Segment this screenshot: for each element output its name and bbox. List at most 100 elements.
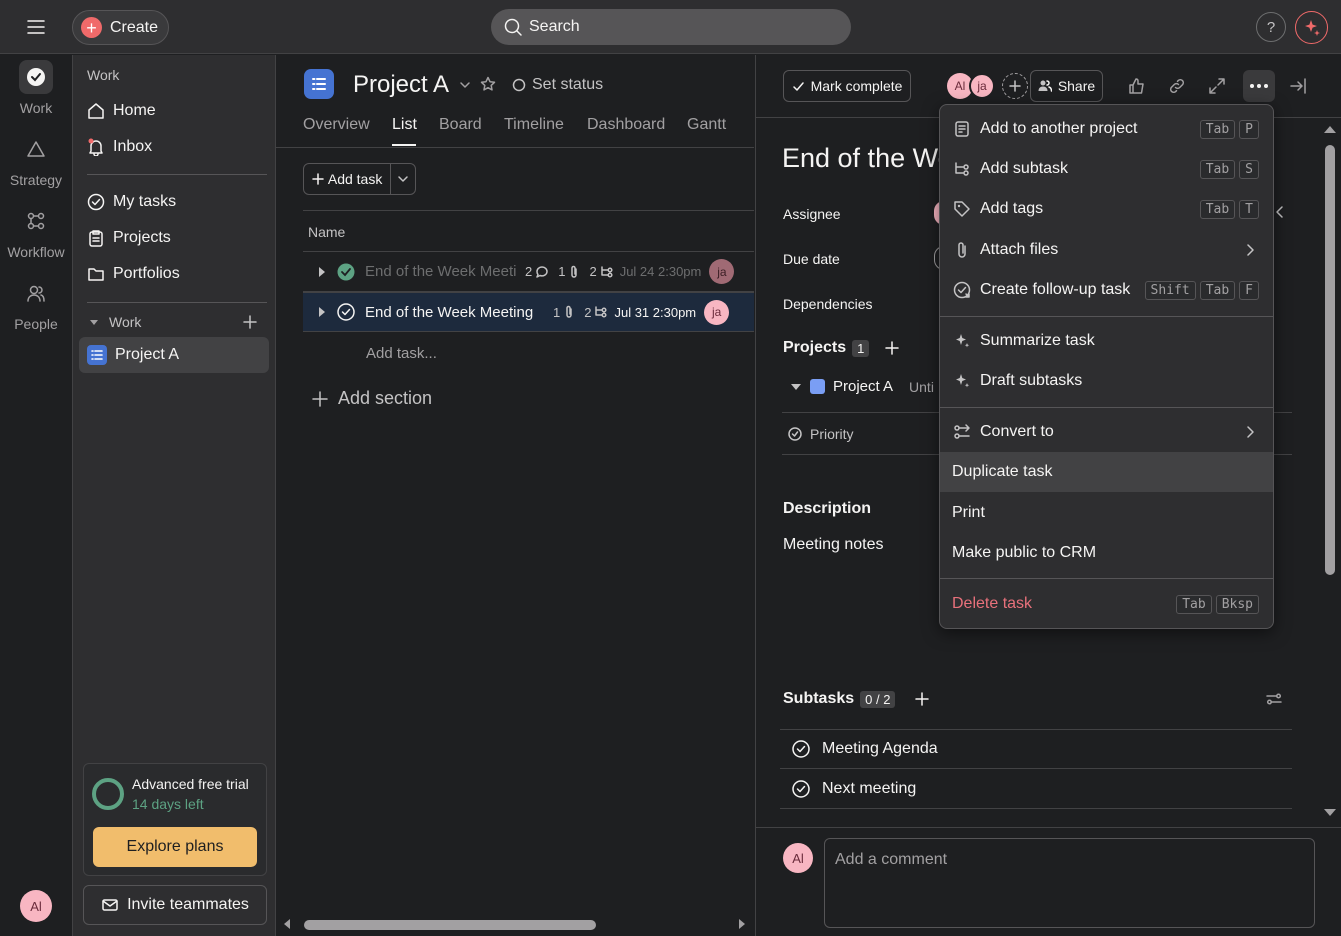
sort-filter-icon[interactable] [1266, 692, 1282, 706]
chevron-down-icon[interactable] [458, 78, 472, 92]
rail-item-work[interactable]: Work [0, 60, 72, 116]
sidebar-item-projects[interactable]: Projects [79, 220, 269, 256]
more-actions-button[interactable] [1243, 70, 1275, 102]
menu-item-add-to-project[interactable]: Add to another project Tab P [940, 109, 1273, 149]
sidebar-item-project-a[interactable]: Project A [79, 337, 269, 373]
scrollbar-thumb[interactable] [1325, 145, 1335, 575]
subtask-name[interactable]: Next meeting [822, 780, 916, 798]
add-project-plus-icon[interactable] [242, 314, 258, 330]
menu-item-add-subtask[interactable]: Add subtask Tab S [940, 149, 1273, 189]
comment-avatar: Al [783, 843, 813, 873]
column-header-name[interactable]: Name [308, 224, 345, 240]
hamburger-menu-icon[interactable] [26, 17, 46, 37]
add-collaborator-icon[interactable] [1002, 73, 1028, 99]
sidebar-item-portfolios[interactable]: Portfolios [79, 256, 269, 292]
invite-teammates-button[interactable]: Invite teammates [83, 885, 267, 925]
task-name[interactable]: End of the Week Meeting [365, 304, 545, 321]
scrollbar-thumb[interactable] [304, 920, 596, 930]
menu-item-draft-subtasks[interactable]: Draft subtasks [940, 361, 1273, 401]
sidebar-item-my-tasks[interactable]: My tasks [79, 184, 269, 220]
menu-item-create-follow-up[interactable]: Create follow-up task Shift Tab F [940, 270, 1273, 310]
collaborator-avatar[interactable]: ja [969, 73, 995, 99]
tab-gantt[interactable]: Gantt [687, 116, 726, 134]
thumbs-up-icon[interactable] [1128, 77, 1146, 95]
tab-board[interactable]: Board [439, 116, 482, 134]
tab-dashboard[interactable]: Dashboard [587, 116, 665, 134]
task-row-selected[interactable]: End of the Week Meeting 1 2 Jul 31 2:30p… [303, 292, 754, 332]
plus-icon[interactable] [915, 692, 930, 706]
sidebar-item-home[interactable]: Home [79, 93, 269, 129]
check-circle-icon[interactable] [792, 740, 810, 758]
menu-item-label: Print [952, 504, 985, 521]
scroll-left-icon[interactable] [282, 918, 292, 930]
link-icon[interactable] [1168, 77, 1186, 95]
expand-icon[interactable] [1208, 77, 1226, 95]
menu-item-summarize[interactable]: Summarize task [940, 321, 1273, 361]
menu-item-make-public-crm[interactable]: Make public to CRM [940, 533, 1273, 573]
create-button[interactable]: + Create [72, 10, 169, 45]
set-status-button[interactable]: Set status [512, 76, 603, 94]
task-name[interactable]: End of the Week Meeting [365, 263, 517, 280]
caret-right-icon[interactable] [317, 306, 327, 318]
star-icon[interactable] [480, 76, 496, 92]
rail-item-workflow[interactable]: Workflow [0, 204, 72, 260]
convert-icon [952, 422, 972, 442]
tab-list[interactable]: List [392, 116, 417, 134]
assignee-avatar[interactable]: ja [709, 259, 735, 284]
description-text[interactable]: Meeting notes [783, 536, 884, 554]
check-icon [792, 81, 804, 91]
projects-label: Projects 1 [783, 339, 900, 357]
project-chip[interactable]: Project A Unti [790, 378, 934, 395]
menu-item-label: Add to another project [980, 120, 1138, 137]
menu-item-duplicate-task[interactable]: Duplicate task [940, 452, 1273, 492]
task-title[interactable]: End of the Week Meeting [782, 143, 940, 174]
close-panel-icon[interactable] [1289, 77, 1307, 95]
mark-complete-button[interactable]: Mark complete [783, 70, 911, 102]
vertical-scrollbar[interactable] [1321, 120, 1338, 820]
project-section-label[interactable]: Unti [909, 379, 934, 395]
priority-field[interactable]: Priority [788, 426, 854, 442]
shortcut-key: Tab [1199, 159, 1236, 179]
scroll-down-icon[interactable] [1323, 808, 1337, 818]
task-due-date[interactable]: Jul 31 2:30pm [614, 305, 696, 320]
scroll-up-icon[interactable] [1323, 124, 1337, 134]
incomplete-check-icon[interactable] [337, 303, 355, 321]
add-task-button[interactable]: Add task [304, 164, 392, 194]
check-circle-icon[interactable] [792, 779, 810, 798]
search-input[interactable]: Search [491, 9, 851, 45]
tab-timeline[interactable]: Timeline [504, 116, 564, 134]
sidebar-item-inbox[interactable]: Inbox [79, 129, 269, 165]
add-section-button[interactable]: Add section [312, 388, 432, 409]
scroll-right-icon[interactable] [737, 918, 747, 930]
task-row[interactable]: End of the Week Meeting 2 1 2 Jul 24 2:3… [303, 252, 754, 292]
share-button[interactable]: Share [1030, 70, 1103, 102]
task-meta: 1 2 [553, 305, 608, 320]
user-avatar[interactable]: Al [20, 890, 52, 922]
menu-item-attach-files[interactable]: Attach files [940, 230, 1273, 270]
comment-input[interactable]: Add a comment [824, 838, 1315, 928]
menu-item-convert-to[interactable]: Convert to [940, 412, 1273, 452]
subtask-name[interactable]: Meeting Agenda [822, 740, 938, 758]
menu-item-print[interactable]: Print [940, 493, 1273, 533]
menu-item-delete-task[interactable]: Delete task Tab Bksp [940, 584, 1273, 624]
horizontal-scrollbar[interactable] [276, 912, 754, 936]
subtask-row[interactable]: Next meeting [780, 769, 1292, 809]
menu-item-add-tags[interactable]: Add tags Tab T [940, 189, 1273, 229]
rail-item-strategy[interactable]: Strategy [0, 132, 72, 188]
plus-icon[interactable] [885, 341, 900, 355]
subtask-row[interactable]: Meeting Agenda [780, 729, 1292, 769]
task-due-date[interactable]: Jul 24 2:30pm [620, 264, 702, 279]
add-task-inline[interactable]: Add task... [366, 345, 437, 362]
chevron-left-icon[interactable] [1274, 205, 1286, 219]
ai-sparkle-button[interactable] [1295, 11, 1328, 44]
tab-overview[interactable]: Overview [303, 116, 370, 134]
add-task-dropdown-button[interactable] [391, 164, 415, 194]
project-title[interactable]: Project A [353, 71, 449, 99]
rail-item-people[interactable]: People [0, 276, 72, 332]
explore-plans-button[interactable]: Explore plans [93, 827, 257, 867]
assignee-avatar[interactable]: ja [704, 299, 730, 325]
help-button[interactable]: ? [1256, 12, 1286, 42]
completed-check-icon[interactable] [337, 263, 355, 281]
sidebar-work-group[interactable]: Work [79, 304, 269, 340]
caret-right-icon[interactable] [317, 266, 327, 278]
